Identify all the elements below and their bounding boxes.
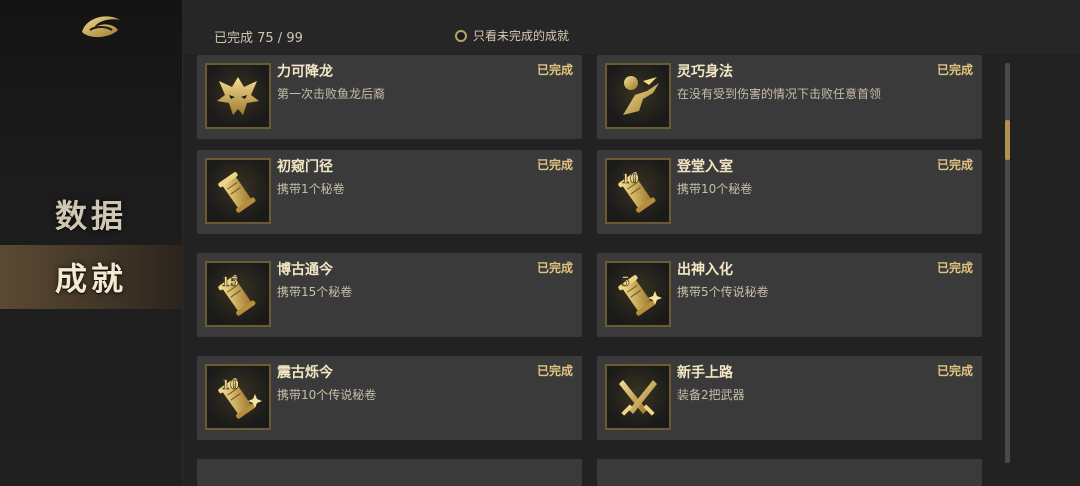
achievement-title: 博古通今: [277, 262, 333, 278]
scroll-10-icon: 10: [605, 158, 671, 224]
achievement-title: 震古烁今: [277, 365, 333, 381]
status-badge: 已完成: [936, 63, 973, 77]
achievement-card-partial[interactable]: [597, 459, 982, 486]
scrollbar-thumb[interactable]: [1005, 120, 1010, 160]
achievement-title: 力可降龙: [277, 64, 333, 80]
achievement-description: 携带1个秘卷: [277, 182, 345, 196]
filter-label: 只看未完成的成就: [473, 29, 570, 43]
svg-text:10: 10: [621, 172, 639, 187]
achievement-title: 初窥门径: [277, 159, 333, 175]
header-bar: [182, 0, 1080, 54]
achievement-progress: 已完成 75 / 99: [214, 31, 303, 46]
status-badge: 已完成: [536, 261, 573, 275]
achievement-title: 新手上路: [677, 365, 733, 381]
legend-scroll-10-icon: 10: [205, 364, 271, 430]
achievement-description: 携带10个秘卷: [677, 182, 753, 196]
svg-text:15: 15: [221, 275, 239, 290]
achievement-card[interactable]: 力可降龙第一次击败鱼龙后裔 已完成: [197, 55, 582, 139]
achievement-card-partial[interactable]: [197, 459, 582, 486]
scroll-15-icon: 15: [205, 261, 271, 327]
radio-button[interactable]: [455, 29, 467, 42]
status-badge: 已完成: [936, 364, 973, 378]
achievement-card[interactable]: 5 出神入化携带5个传说秘卷 已完成: [597, 253, 982, 337]
dodge-figure-icon: [605, 63, 671, 129]
achievement-description: 装备2把武器: [677, 388, 745, 402]
incomplete-only-toggle[interactable]: 只看未完成的成就: [455, 27, 569, 44]
crossed-swords-icon: [605, 364, 671, 430]
status-badge: 已完成: [536, 63, 573, 77]
achievement-description: 在没有受到伤害的情况下击败任意首领: [677, 87, 882, 101]
achievement-title: 登堂入室: [677, 159, 733, 175]
achievement-card[interactable]: 10 登堂入室携带10个秘卷 已完成: [597, 150, 982, 234]
status-badge: 已完成: [936, 261, 973, 275]
achievement-title: 灵巧身法: [677, 64, 733, 80]
sidebar: 数据 成就: [0, 0, 183, 486]
achievement-card[interactable]: 初窥门径携带1个秘卷 已完成: [197, 150, 582, 234]
achievement-description: 第一次击败鱼龙后裔: [277, 87, 386, 101]
achievement-card[interactable]: 15 博古通今携带15个秘卷 已完成: [197, 253, 582, 337]
achievement-description: 携带10个传说秘卷: [277, 388, 377, 402]
legend-scroll-5-icon: 5: [605, 261, 671, 327]
status-badge: 已完成: [536, 158, 573, 172]
achievement-card[interactable]: 灵巧身法在没有受到伤害的情况下击败任意首领 已完成: [597, 55, 982, 139]
achievement-card[interactable]: 10 震古烁今携带10个传说秘卷 已完成: [197, 356, 582, 440]
sidebar-item-achievements[interactable]: 成就: [0, 245, 182, 309]
achievement-title: 出神入化: [677, 262, 733, 278]
status-badge: 已完成: [536, 364, 573, 378]
status-badge: 已完成: [936, 158, 973, 172]
scroll-icon: [205, 158, 271, 224]
svg-text:10: 10: [221, 378, 239, 393]
achievement-card[interactable]: 新手上路装备2把武器 已完成: [597, 356, 982, 440]
achievement-description: 携带15个秘卷: [277, 285, 353, 299]
dragon-swirl-logo-icon: [76, 8, 124, 42]
achievement-description: 携带5个传说秘卷: [677, 285, 769, 299]
dragon-mask-icon: [205, 63, 271, 129]
sidebar-item-data[interactable]: 数据: [0, 182, 182, 246]
svg-text:5: 5: [621, 275, 630, 290]
